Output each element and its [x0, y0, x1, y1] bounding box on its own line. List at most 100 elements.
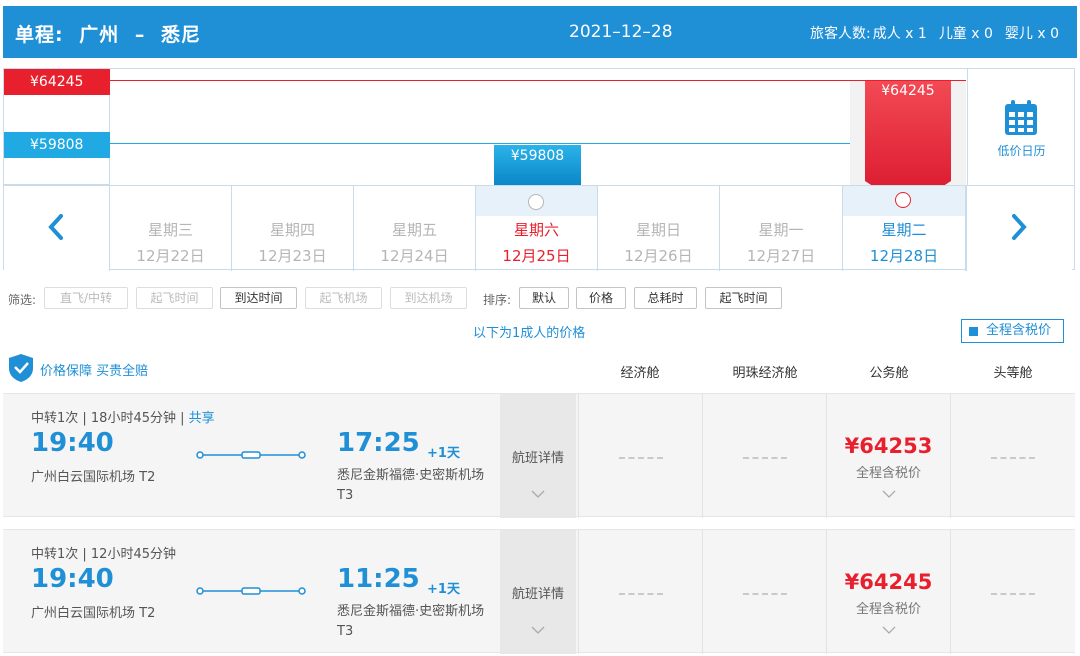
calendar-icon [1005, 100, 1037, 135]
chevron-down-icon [531, 490, 545, 498]
arrival-airport: 悉尼金斯福德·史密斯机场 T3 [337, 468, 485, 503]
trip-type: 单程: [15, 24, 64, 46]
flight-row[interactable]: 中转1次 | 12小时45分钟 19:40 广州白云国际机场 T2 11:25 … [3, 529, 1075, 654]
high-price-tag: ¥64245 [4, 69, 110, 95]
departure-time: 19:40 [31, 564, 114, 594]
date-label: 12月25日 [502, 247, 571, 265]
date-dec26[interactable]: 星期日 12月26日 [598, 186, 720, 271]
passengers-label: 旅客人数: [810, 26, 871, 42]
origin-city: 广州 [79, 24, 120, 46]
weekday-label: 星期三 [147, 221, 193, 239]
filter-label: 筛选: [8, 293, 37, 307]
first-class-fare [950, 530, 1074, 654]
weekday-label: 星期日 [635, 221, 681, 239]
fare-price: ¥64253 [844, 434, 933, 458]
premium-economy-fare [702, 394, 826, 518]
route-line-icon [196, 587, 306, 595]
child-count: 儿童 x 0 [938, 26, 993, 42]
col-business: 公务舱 [869, 366, 909, 381]
route-separator: – [134, 24, 146, 46]
low-price-calendar-label: 低价日历 [997, 144, 1046, 158]
business-fare[interactable]: ¥64253 全程含税价 [826, 394, 950, 518]
business-fare[interactable]: ¥64245 全程含税价 [826, 530, 950, 654]
filter-direct-transfer[interactable]: 直飞/中转 [44, 287, 128, 309]
infant-count: 婴儿 x 0 [1004, 26, 1059, 42]
transfer-duration: 中转1次 | 18小时45分钟 | [31, 411, 189, 426]
guarantee-text: 价格保障 买贵全赔 [40, 364, 149, 379]
date-dec25[interactable]: 星期六 12月25日 [476, 186, 598, 271]
col-economy: 经济舱 [620, 366, 660, 381]
prev-week-button[interactable] [4, 186, 110, 271]
no-fare-dash [991, 457, 1035, 459]
col-first: 头等舱 [993, 366, 1033, 381]
low-price-line [110, 143, 966, 144]
filter-arrival-time[interactable]: 到达时间 [220, 287, 297, 309]
premium-economy-fare [702, 530, 826, 654]
date-dec24[interactable]: 星期五 12月24日 [354, 186, 476, 271]
travel-date: 2021–12–28 [569, 22, 673, 42]
weekday-label: 星期一 [758, 221, 804, 239]
economy-fare [578, 394, 702, 518]
destination-city: 悉尼 [161, 24, 202, 46]
fare-price: ¥64245 [844, 570, 933, 594]
arrival-airport: 悉尼金斯福德·史密斯机场 T3 [337, 604, 485, 639]
price-bar-label: ¥64245 [881, 83, 935, 99]
filter-sort-bar: 筛选: 直飞/中转 起飞时间 到达时间 起飞机场 到达机场 排序: 默认 价格 … [8, 287, 798, 309]
date-dec28[interactable]: 星期二 12月28日 [843, 186, 966, 271]
tax-toggle-label: 全程含税价 [986, 323, 1052, 338]
route-title: 单程: 广州 – 悉尼 [15, 20, 209, 47]
next-week-button[interactable] [966, 186, 1072, 271]
filter-arrival-airport[interactable]: 到达机场 [390, 287, 467, 309]
passenger-count: 旅客人数: 成人 x 1 儿童 x 0 婴儿 x 0 [798, 23, 1059, 43]
departure-time: 19:40 [31, 428, 114, 458]
date-strip: 星期三 12月22日 星期四 12月23日 星期五 12月24日 星期六 12月… [4, 185, 1074, 271]
chevron-left-icon [48, 214, 63, 240]
date-dec22[interactable]: 星期三 12月22日 [110, 186, 232, 271]
chevron-down-icon[interactable] [882, 490, 896, 498]
sort-default[interactable]: 默认 [519, 287, 569, 309]
weekday-label: 星期二 [881, 221, 927, 239]
flight-details-button[interactable]: 航班详情 [500, 530, 576, 654]
no-fare-dash [619, 457, 663, 459]
date-label: 12月22日 [136, 247, 205, 265]
date-dec23[interactable]: 星期四 12月23日 [232, 186, 354, 271]
date-label: 12月24日 [380, 247, 449, 265]
radio-dot-selected [895, 192, 911, 208]
col-premium-economy: 明珠经济舱 [732, 366, 798, 381]
flight-row[interactable]: 中转1次 | 18小时45分钟 | 共享 19:40 广州白云国际机场 T2 1… [3, 393, 1075, 518]
chevron-down-icon[interactable] [882, 626, 896, 634]
sort-price[interactable]: 价格 [576, 287, 626, 309]
economy-fare [578, 530, 702, 654]
price-bar-dec25[interactable]: ¥59808 [494, 145, 581, 185]
checkbox-icon [969, 327, 978, 336]
shield-icon [9, 354, 33, 382]
arrival-time: 17:25 [337, 428, 420, 458]
codeshare-badge: 共享 [188, 411, 215, 426]
no-fare-dash [619, 593, 663, 595]
transfer-duration: 中转1次 | 12小时45分钟 [31, 547, 176, 562]
no-fare-dash [743, 457, 787, 459]
flight-meta: 中转1次 | 18小时45分钟 | 共享 [31, 407, 215, 426]
weekday-label: 星期五 [391, 221, 437, 239]
high-price-line [110, 80, 966, 81]
low-price-calendar-button[interactable]: 低价日历 [967, 69, 1074, 185]
route-line-icon [196, 451, 306, 459]
fare-tax-note: 全程含税价 [855, 466, 921, 481]
chevron-down-icon [531, 626, 545, 634]
filter-departure-time[interactable]: 起飞时间 [136, 287, 213, 309]
sort-label: 排序: [483, 293, 512, 307]
flight-details-button[interactable]: 航班详情 [500, 394, 576, 518]
departure-airport: 广州白云国际机场 T2 [31, 470, 156, 485]
next-day-badge: +1天 [427, 446, 460, 461]
date-label: 12月28日 [869, 247, 939, 265]
price-calendar: ¥64245 ¥59808 ¥59808 ¥64245 低价日历 星期三 12月… [3, 68, 1075, 271]
flight-details-label: 航班详情 [511, 587, 564, 602]
sort-departure-time[interactable]: 起飞时间 [705, 287, 782, 309]
tax-inclusive-toggle[interactable]: 全程含税价 [961, 319, 1064, 343]
flight-details-label: 航班详情 [511, 451, 564, 466]
low-price-tag: ¥59808 [4, 132, 110, 158]
date-dec27[interactable]: 星期一 12月27日 [720, 186, 843, 271]
sort-duration[interactable]: 总耗时 [634, 287, 697, 309]
arrival-time: 11:25 [337, 564, 420, 594]
filter-departure-airport[interactable]: 起飞机场 [305, 287, 382, 309]
